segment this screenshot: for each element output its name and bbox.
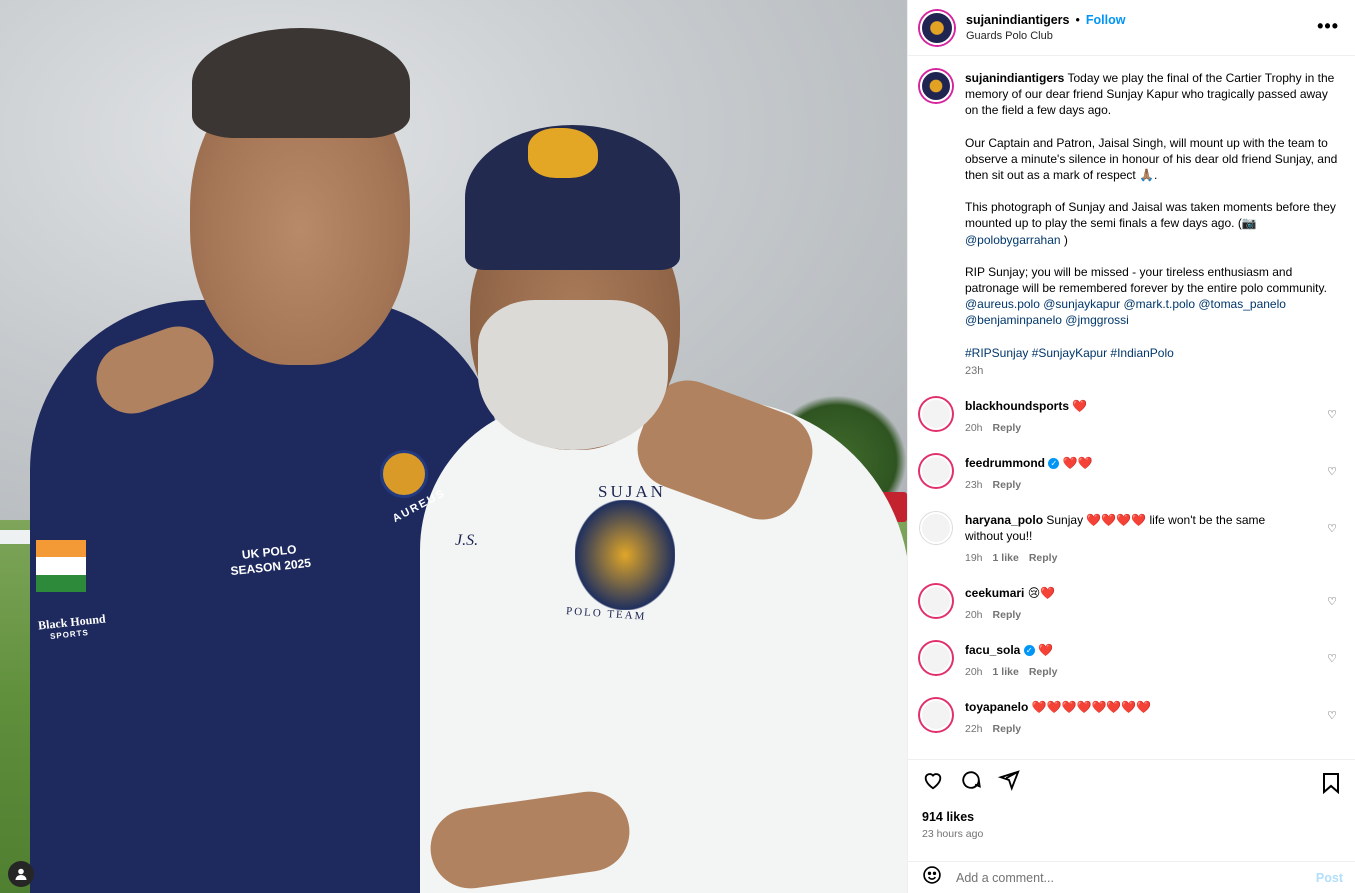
reply-button[interactable]: Reply: [993, 609, 1022, 621]
comment-likes-count[interactable]: 1 like: [993, 666, 1019, 678]
comment-item: ceekumari 😢❤️ 20h Reply ♡: [920, 585, 1341, 623]
commenter-avatar[interactable]: [920, 699, 952, 732]
caption-paragraph-3: This photograph of Sunjay and Jaisal was…: [965, 200, 1336, 231]
reply-button[interactable]: Reply: [1029, 666, 1058, 678]
reply-button[interactable]: Reply: [1029, 552, 1058, 564]
more-options-icon[interactable]: •••: [1317, 16, 1339, 37]
comment-text: ❤️❤️❤️❤️❤️❤️❤️❤️: [1031, 700, 1152, 715]
caption-paragraph-2: Our Captain and Patron, Jaisal Singh, wi…: [965, 135, 1338, 183]
comment-username[interactable]: ceekumari: [965, 586, 1024, 600]
caption-author-avatar[interactable]: [920, 70, 952, 102]
verified-badge-icon: ✓: [1048, 458, 1060, 470]
comment-time: 20h: [965, 666, 983, 679]
comment-item: haryana_polo Sunjay ❤️❤️❤️❤️ life won't …: [920, 512, 1341, 566]
follow-button[interactable]: Follow: [1086, 13, 1126, 27]
comment-time: 20h: [965, 609, 983, 622]
comment-text: ❤️: [1038, 643, 1053, 658]
tagged-user-icon[interactable]: [8, 861, 34, 887]
comment-item: blackhoundsports ❤️ 20h Reply ♡: [920, 398, 1341, 436]
post-timestamp: 23 hours ago: [922, 828, 984, 840]
separator-dot: •: [1075, 13, 1080, 27]
comment-username[interactable]: feedrummond: [965, 456, 1045, 470]
commenter-avatar[interactable]: [920, 585, 952, 618]
cap-tiger-logo: [528, 128, 598, 178]
commenter-avatar[interactable]: [920, 512, 952, 545]
shirt-initials: J.S.: [455, 532, 479, 549]
author-username[interactable]: sujanindiantigers: [966, 13, 1070, 27]
comment-username[interactable]: toyapanelo: [965, 700, 1028, 714]
like-icon[interactable]: [922, 769, 944, 797]
commenter-avatar[interactable]: [920, 642, 952, 675]
like-comment-icon[interactable]: ♡: [1327, 595, 1337, 608]
mention-benjaminpanelo[interactable]: @benjaminpanelo: [965, 313, 1062, 327]
save-bookmark-icon[interactable]: [1321, 772, 1341, 800]
mention-aureus-polo[interactable]: @aureus.polo: [965, 297, 1040, 311]
commenter-avatar[interactable]: [920, 398, 952, 431]
comment-time: 22h: [965, 723, 983, 736]
like-comment-icon[interactable]: ♡: [1327, 709, 1337, 722]
comment-time: 23h: [965, 479, 983, 492]
comment-item: toyapanelo ❤️❤️❤️❤️❤️❤️❤️❤️ 22h Reply ♡: [920, 699, 1341, 737]
post-panel: sujanindiantigers • Follow Guards Polo C…: [907, 0, 1355, 893]
caption-hashtags[interactable]: #RIPSunjay #SunjayKapur #IndianPolo: [965, 345, 1341, 361]
like-comment-icon[interactable]: ♡: [1327, 522, 1337, 535]
share-icon[interactable]: [997, 769, 1020, 797]
comment-text: ❤️: [1072, 399, 1088, 414]
comment-time: 20h: [965, 422, 983, 435]
verified-badge-icon: ✓: [1023, 645, 1035, 657]
reply-button[interactable]: Reply: [993, 723, 1022, 735]
comments-feed[interactable]: sujanindiantigers Today we play the fina…: [908, 56, 1355, 759]
caption-time: 23h: [965, 364, 984, 377]
post-comment-button[interactable]: Post: [1316, 871, 1343, 885]
reply-button[interactable]: Reply: [993, 422, 1022, 434]
comment-username[interactable]: haryana_polo: [965, 513, 1043, 527]
comment-time: 19h: [965, 552, 983, 565]
post-location[interactable]: Guards Polo Club: [966, 30, 1125, 42]
comment-input[interactable]: [956, 870, 1316, 885]
like-comment-icon[interactable]: ♡: [1327, 408, 1337, 421]
mention-jmggrossi[interactable]: @jmggrossi: [1065, 313, 1129, 327]
comment-composer: Post: [908, 861, 1355, 893]
author-avatar[interactable]: [920, 10, 954, 45]
mention-sunjaykapur[interactable]: @sunjaykapur: [1043, 297, 1120, 311]
man-left-hair: [192, 28, 410, 138]
comment-text: 😢❤️: [1027, 586, 1056, 601]
man-right-beard: [478, 300, 668, 450]
post-header: sujanindiantigers • Follow Guards Polo C…: [908, 0, 1355, 56]
comment-username[interactable]: facu_sola: [965, 643, 1020, 657]
caption-paren-close: ): [1063, 232, 1068, 247]
comment-username[interactable]: blackhoundsports: [965, 399, 1069, 413]
india-flag-patch: [36, 540, 86, 592]
comment-likes-count[interactable]: 1 like: [993, 552, 1019, 564]
post-actions: 914 likes 23 hours ago: [908, 759, 1355, 861]
shirt-tiger-emblem: [575, 500, 675, 610]
likes-count[interactable]: 914 likes: [922, 810, 1343, 824]
comment-text: ❤️❤️: [1062, 456, 1093, 471]
mention-tomas-panelo[interactable]: @tomas_panelo: [1198, 297, 1286, 311]
reply-button[interactable]: Reply: [993, 479, 1022, 491]
caption-paragraph-4: RIP Sunjay; you will be missed - your ti…: [965, 264, 1327, 296]
mention-polobygarrahan[interactable]: @polobygarrahan: [965, 233, 1061, 247]
shirt-sujan-text: SUJAN: [598, 482, 666, 501]
commenter-avatar[interactable]: [920, 455, 952, 488]
post-photo[interactable]: UK POLO SEASON 2025 AUREUS Black Hound S…: [0, 0, 907, 893]
like-comment-icon[interactable]: ♡: [1327, 652, 1337, 665]
post-caption: sujanindiantigers Today we play the fina…: [920, 70, 1341, 379]
mention-mark-t-polo[interactable]: @mark.t.polo: [1123, 297, 1195, 311]
caption-username[interactable]: sujanindiantigers: [965, 71, 1064, 85]
comment-item: feedrummond ✓ ❤️❤️ 23h Reply ♡: [920, 455, 1341, 493]
aureus-badge: [380, 450, 428, 498]
user-icon: [15, 868, 27, 880]
emoji-icon[interactable]: [922, 865, 942, 891]
comment-item: facu_sola ✓ ❤️ 20h 1 like Reply ♡: [920, 642, 1341, 680]
like-comment-icon[interactable]: ♡: [1327, 465, 1337, 478]
comment-icon[interactable]: [960, 769, 982, 797]
